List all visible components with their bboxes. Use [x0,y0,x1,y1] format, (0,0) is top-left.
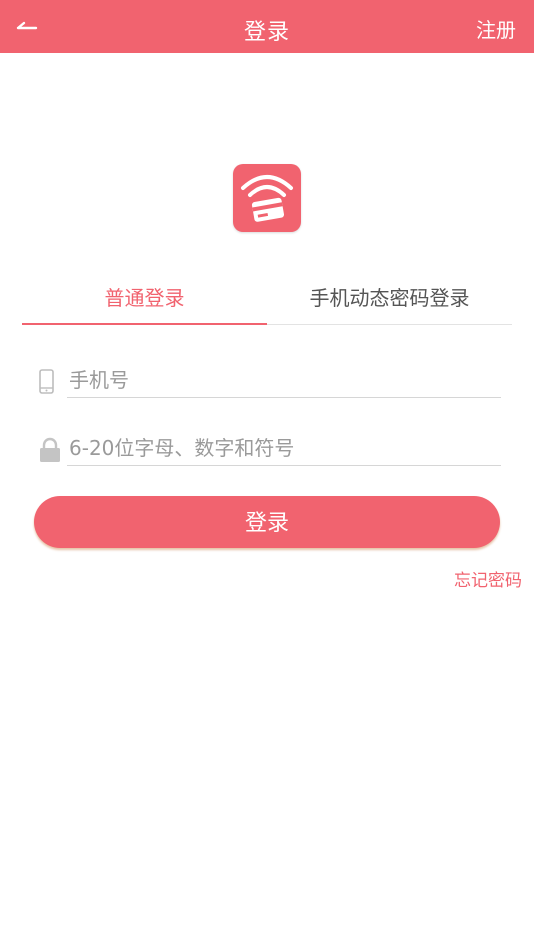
lock-icon [40,437,60,462]
mobile-phone-icon [39,369,54,394]
login-tabs: 普通登录 手机动态密码登录 [22,276,512,325]
register-link[interactable]: 注册 [476,14,516,43]
app-logo [233,164,301,232]
phone-input[interactable] [67,362,501,398]
tab-normal-login[interactable]: 普通登录 [22,276,267,325]
login-button[interactable]: 登录 [34,496,500,548]
tab-sms-login[interactable]: 手机动态密码登录 [267,276,512,324]
wifi-card-logo-icon [241,175,293,222]
password-field [34,430,501,470]
page-title: 登录 [243,20,290,45]
forgot-password-link[interactable]: 忘记密码 [454,566,522,591]
password-input[interactable] [67,430,501,466]
phone-field [34,362,501,402]
app-header: 登录 注册 [0,0,534,53]
